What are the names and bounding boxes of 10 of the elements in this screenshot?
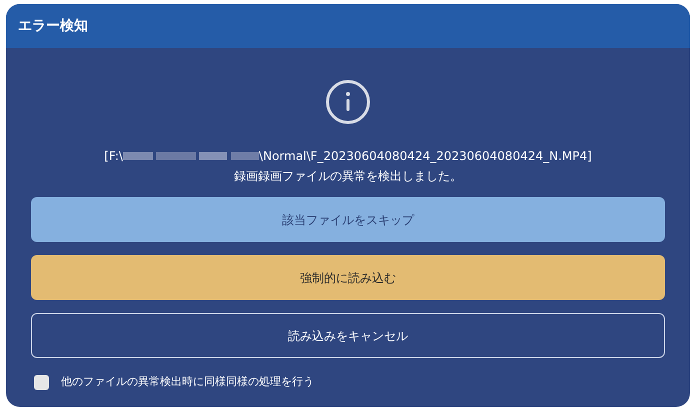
dialog-button[interactable]: 強制的に読み込む [31,255,665,300]
info-icon [325,79,371,125]
file-path-start: [F:\ [104,148,123,165]
checkbox-label: 他のファイルの異常検出時に同様同様の処理を行う [61,374,314,390]
dialog-title: エラー検知 [18,16,88,36]
checkbox[interactable] [34,374,49,390]
dialog-button[interactable]: 読み込みをキャンセル [31,313,665,358]
error-message: 録画録画ファイルの異常を検出しました。 [234,168,462,185]
dialog-button[interactable]: 該当ファイルをスキップ [31,197,665,242]
file-path-end: \Normal\F_20230604080424_20230604080424_N.MP4] [258,148,592,165]
